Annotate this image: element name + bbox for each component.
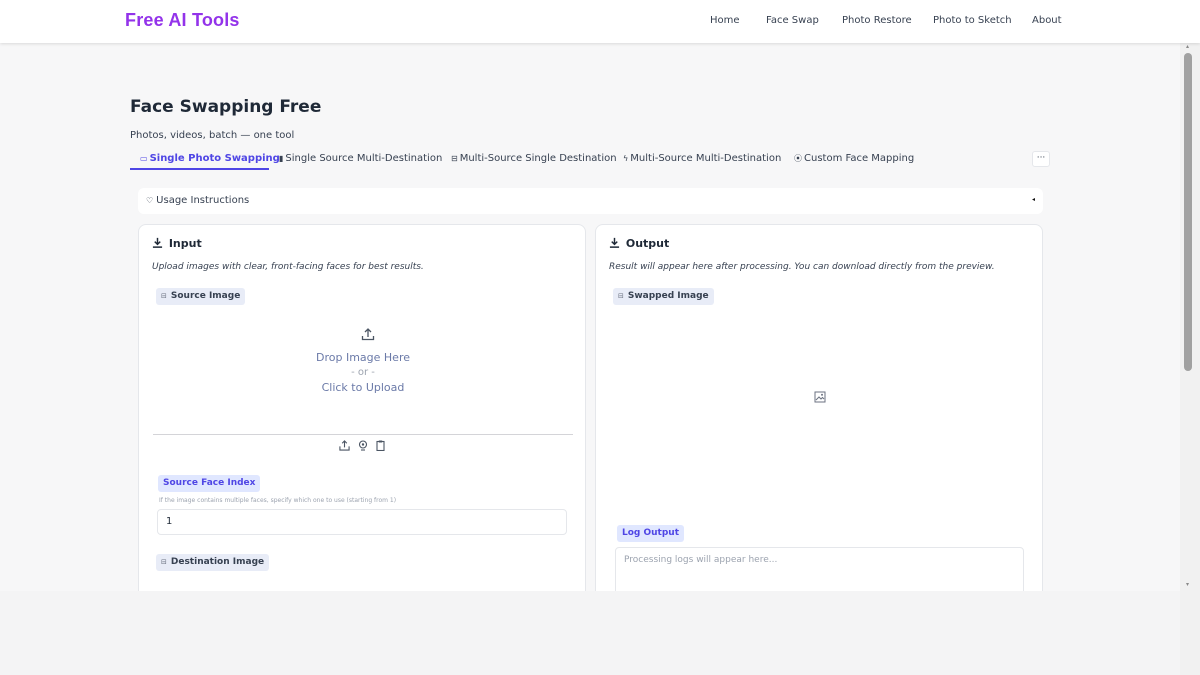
- upload-source-tools: [339, 440, 385, 453]
- output-panel: Output Result will appear here after pro…: [595, 224, 1043, 591]
- active-tab-indicator: [130, 168, 269, 170]
- tab-single-photo-swapping[interactable]: ▭ Single Photo Swapping: [140, 153, 280, 164]
- page-footer-area: [0, 591, 1200, 675]
- clipboard-icon[interactable]: [376, 440, 385, 453]
- top-navigation: Free AI Tools Home Face Swap Photo Resto…: [0, 0, 1200, 43]
- scroll-up-icon[interactable]: ▴: [1186, 43, 1189, 50]
- lightning-icon: ϟ: [623, 154, 629, 163]
- main-content: Face Swapping Free Photos, videos, batch…: [0, 43, 1180, 591]
- or-text: - or -: [351, 367, 375, 378]
- image-icon: ⊟: [161, 558, 167, 566]
- chip-text: Destination Image: [170, 557, 265, 567]
- lightbulb-icon: ♡: [146, 196, 154, 205]
- source-face-index-input[interactable]: 1: [157, 509, 567, 535]
- source-image-label: ⊟ Source Image: [156, 288, 246, 305]
- nav-home[interactable]: Home: [710, 15, 740, 26]
- more-tabs-button[interactable]: ···: [1032, 151, 1050, 167]
- log-output-textarea[interactable]: Processing logs will appear here...: [615, 547, 1024, 591]
- tab-label: Single Source Multi-Destination: [285, 153, 443, 164]
- usage-instructions-accordion[interactable]: ♡ Usage Instructions ◂: [138, 188, 1043, 214]
- chip-text: Swapped Image: [627, 291, 709, 301]
- source-image-dropzone[interactable]: Drop Image Here - or - Click to Upload: [153, 305, 573, 435]
- input-panel: Input Upload images with clear, front-fa…: [138, 224, 586, 591]
- dropzone-divider: [153, 434, 573, 435]
- target-icon: ⦿: [794, 154, 802, 163]
- panel-title-text: Output: [625, 237, 670, 250]
- swapped-image-label: ⊟ Swapped Image: [613, 288, 714, 305]
- drop-image-text: Drop Image Here: [316, 351, 410, 364]
- chip-text: Source Image: [170, 291, 241, 301]
- tab-bar: ▭ Single Photo Swapping ▮ Single Source Mu…: [130, 149, 1050, 171]
- destination-image-label: ⊟ Destination Image: [156, 554, 270, 571]
- phone-icon: ▮: [279, 154, 284, 163]
- upload-icon: [361, 327, 375, 345]
- source-face-index-hint: If the image contains multiple faces, sp…: [159, 497, 397, 504]
- nav-face-swap[interactable]: Face Swap: [766, 15, 819, 26]
- page-title: Face Swapping Free: [130, 97, 322, 117]
- input-panel-title: Input: [152, 237, 202, 250]
- image-icon: ▭: [140, 154, 148, 163]
- panel-title-text: Input: [168, 237, 202, 250]
- tab-multi-source-multi-destination[interactable]: ϟ Multi-Source Multi-Destination: [623, 153, 781, 164]
- image-placeholder-icon: [814, 391, 826, 406]
- frames-icon: ⊟: [451, 154, 458, 163]
- accordion-title: Usage Instructions: [156, 195, 250, 206]
- tab-label: Custom Face Mapping: [804, 153, 915, 164]
- nav-photo-restore[interactable]: Photo Restore: [842, 15, 912, 26]
- image-icon: ⊟: [161, 292, 167, 300]
- upload-icon[interactable]: [339, 440, 358, 453]
- vertical-scrollbar[interactable]: ▴ ▾: [1180, 43, 1200, 675]
- log-output-label: Log Output: [617, 525, 685, 542]
- tab-label: Single Photo Swapping: [149, 153, 280, 164]
- page-subtitle: Photos, videos, batch — one tool: [130, 130, 295, 141]
- download-icon: [609, 237, 626, 250]
- caret-left-icon: ◂: [1031, 196, 1035, 203]
- image-icon: ⊟: [618, 292, 624, 300]
- accordion-label: ♡ Usage Instructions: [146, 195, 249, 206]
- tab-label: Multi-Source Multi-Destination: [630, 153, 782, 164]
- tab-single-source-multi-destination[interactable]: ▮ Single Source Multi-Destination: [279, 153, 442, 164]
- download-icon: [152, 237, 169, 250]
- output-panel-description: Result will appear here after processing…: [609, 262, 995, 272]
- tab-label: Multi-Source Single Destination: [459, 153, 617, 164]
- source-face-index-label: Source Face Index: [158, 475, 261, 492]
- tab-custom-face-mapping[interactable]: ⦿ Custom Face Mapping: [794, 153, 914, 164]
- nav-about[interactable]: About: [1032, 15, 1062, 26]
- click-to-upload-text: Click to Upload: [321, 381, 405, 394]
- scroll-down-icon[interactable]: ▾: [1186, 581, 1189, 588]
- brand-logo[interactable]: Free AI Tools: [125, 10, 240, 31]
- nav-photo-to-sketch[interactable]: Photo to Sketch: [933, 15, 1012, 26]
- tab-multi-source-single-destination[interactable]: ⊟ Multi-Source Single Destination: [451, 153, 617, 164]
- scrollbar-thumb[interactable]: [1184, 53, 1192, 371]
- log-placeholder: Processing logs will appear here...: [624, 555, 778, 565]
- input-panel-description: Upload images with clear, front-facing f…: [152, 262, 424, 272]
- output-panel-title: Output: [609, 237, 669, 250]
- webcam-icon[interactable]: [358, 440, 376, 453]
